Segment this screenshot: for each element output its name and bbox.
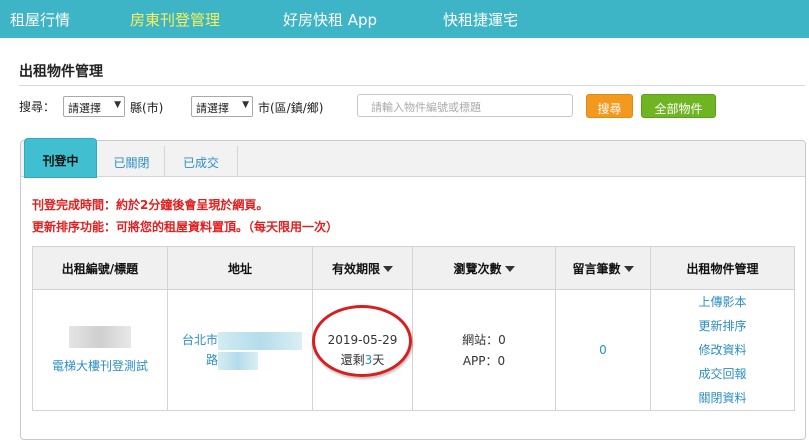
close-listing-link[interactable]: 關閉資料 xyxy=(651,386,794,410)
table-row: 電梯大樓刊登測試 台北市 路 2019-05-29 還剩3天 網站：0 APP：… xyxy=(32,289,795,411)
deal-report-link[interactable]: 成交回報 xyxy=(651,362,794,386)
messages-count[interactable]: 0 xyxy=(599,343,607,357)
listing-title-link[interactable]: 電梯大樓刊登測試 xyxy=(33,357,167,374)
search-input[interactable]: 請輸入物件編號或標題 xyxy=(357,94,573,117)
nav-item-landlord-management[interactable]: 房東刊登管理 xyxy=(130,9,220,30)
blurred-address xyxy=(218,351,259,370)
tab-completed[interactable]: 已成交 xyxy=(165,146,238,177)
messages-cell: 0 xyxy=(555,289,651,411)
notice-sort-feature: 更新排序功能：可將您的租屋資料置頂。（每天限用一次） xyxy=(32,220,339,234)
col-header-views[interactable]: 瀏覽次數 xyxy=(412,246,556,290)
listing-title-cell: 電梯大樓刊登測試 xyxy=(32,289,168,411)
county-select-value: 請選擇 xyxy=(68,102,101,115)
days-left: 還剩3天 xyxy=(340,352,385,367)
sort-caret-icon[interactable] xyxy=(383,265,393,272)
district-select-value: 請選擇 xyxy=(196,102,229,115)
address-line-2: 路 xyxy=(206,353,219,367)
blurred-address xyxy=(218,331,303,350)
page-title: 出租物件管理 xyxy=(19,64,103,80)
district-select[interactable]: 請選擇 ▼ xyxy=(191,96,253,117)
address-cell: 台北市 路 xyxy=(167,289,313,411)
listings-table: 出租編號/標題 地址 有效期限 瀏覽次數 留言筆數 出租物件管理 電梯大樓刊登測… xyxy=(32,246,795,411)
chevron-down-icon: ▼ xyxy=(242,100,249,110)
views-cell: 網站：0 APP：0 xyxy=(412,289,556,411)
top-nav: 租屋行情 房東刊登管理 好房快租 App 快租捷運宅 xyxy=(0,0,809,38)
blurred-listing-id xyxy=(69,326,131,348)
chevron-down-icon: ▼ xyxy=(114,100,121,110)
nav-item-rent-market[interactable]: 租屋行情 xyxy=(10,9,70,30)
col-header-expiry[interactable]: 有效期限 xyxy=(312,246,413,290)
col-header-management: 出租物件管理 xyxy=(650,246,795,290)
nav-item-mrt-homes[interactable]: 快租捷運宅 xyxy=(443,9,518,30)
sort-caret-icon[interactable] xyxy=(504,265,515,272)
update-sort-link[interactable]: 更新排序 xyxy=(651,314,794,338)
expiry-date: 2019-05-29 xyxy=(327,332,398,347)
tab-active-listings[interactable]: 刊登中 xyxy=(24,138,97,178)
search-button[interactable]: 搜尋 xyxy=(586,94,633,118)
col-header-address: 地址 xyxy=(167,246,313,290)
management-cell: 上傳影本 更新排序 修改資料 成交回報 關閉資料 xyxy=(650,289,795,411)
title-divider xyxy=(19,85,805,86)
county-select[interactable]: 請選擇 ▼ xyxy=(63,96,125,117)
notice-publish-time: 刊登完成時間：約於2分鐘後會呈現於網頁。 xyxy=(32,198,269,212)
table-header-row: 出租編號/標題 地址 有效期限 瀏覽次數 留言筆數 出租物件管理 xyxy=(32,246,795,290)
district-suffix-label: 市(區/鎮/鄉) xyxy=(258,101,324,115)
edit-listing-link[interactable]: 修改資料 xyxy=(651,338,794,362)
nav-item-app[interactable]: 好房快租 App xyxy=(283,9,377,30)
expiry-cell: 2019-05-29 還剩3天 xyxy=(312,289,413,411)
col-header-messages[interactable]: 留言筆數 xyxy=(555,246,651,290)
all-listings-button[interactable]: 全部物件 xyxy=(641,94,716,118)
tab-closed[interactable]: 已關閉 xyxy=(99,146,165,177)
address-line-1: 台北市 xyxy=(182,333,219,347)
sort-caret-icon[interactable] xyxy=(623,265,634,272)
views-web: 網站：0 xyxy=(462,333,506,347)
county-suffix-label: 縣(市) xyxy=(130,101,164,115)
search-label: 搜尋： xyxy=(19,100,56,114)
views-app: APP：0 xyxy=(462,354,506,368)
upload-copy-link[interactable]: 上傳影本 xyxy=(651,290,794,314)
col-header-title: 出租編號/標題 xyxy=(32,246,168,290)
address-link[interactable]: 台北市 路 xyxy=(168,330,312,370)
